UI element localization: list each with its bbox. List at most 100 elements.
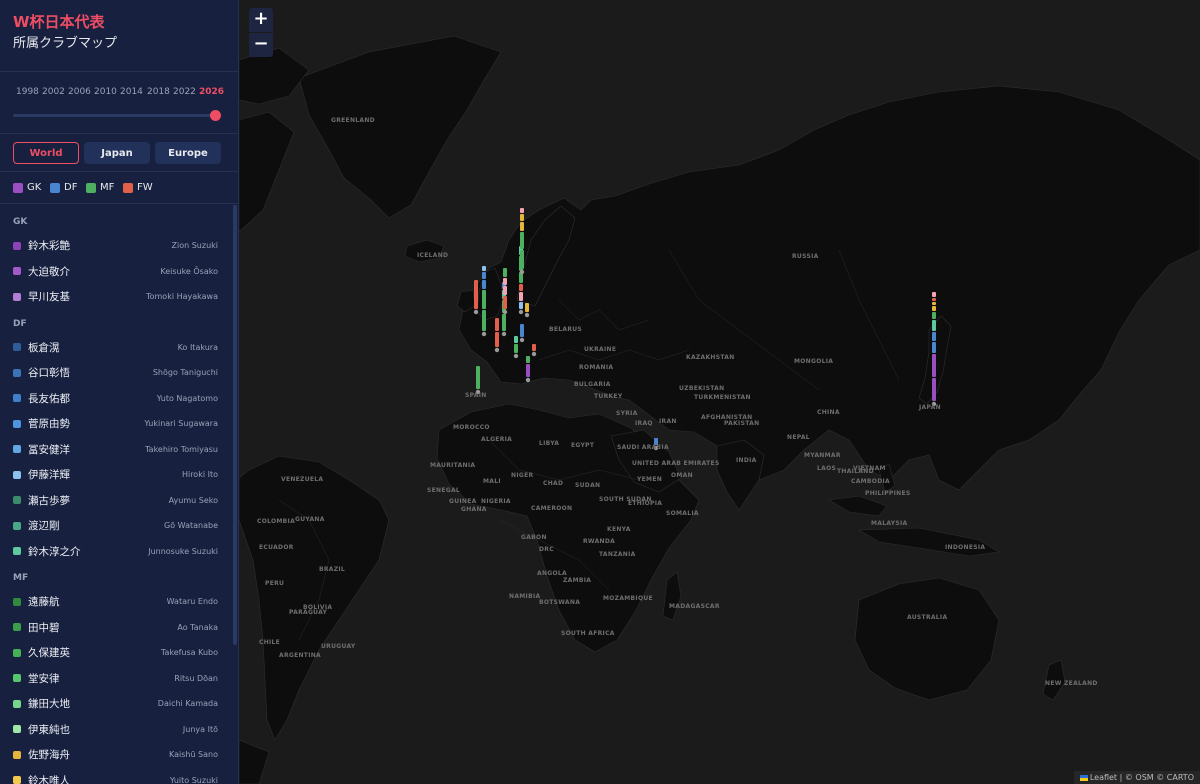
player-row[interactable]: 鈴木唯人 Yuito Suzuki	[0, 768, 232, 784]
club-player-segment[interactable]	[932, 298, 936, 301]
club-player-segment[interactable]	[476, 366, 480, 389]
club-player-segment[interactable]	[520, 214, 524, 221]
player-name-en: Hiroki Ito	[181, 470, 218, 480]
year-2006[interactable]: 2006	[68, 87, 91, 97]
zoom-in-button[interactable]: +	[249, 8, 273, 32]
club-player-segment[interactable]	[502, 314, 506, 331]
player-row[interactable]: 伊東純也 Junya Itō	[0, 717, 232, 743]
year-slider-track[interactable]	[13, 114, 217, 117]
player-row[interactable]: 伊藤洋輝 Hiroki Ito	[0, 462, 232, 488]
player-row[interactable]: 渡辺剛 Gō Watanabe	[0, 513, 232, 539]
player-row[interactable]: 早川友基 Tomoki Hayakawa	[0, 284, 232, 310]
club-player-segment[interactable]	[526, 356, 530, 363]
club-player-segment[interactable]	[482, 310, 486, 331]
club-player-segment[interactable]	[482, 272, 486, 279]
club-player-segment[interactable]	[482, 280, 486, 289]
club-location-marker[interactable]	[513, 353, 519, 359]
player-row[interactable]: 大迫敬介 Keisuke Ōsako	[0, 259, 232, 285]
country-label: NIGERIA	[481, 498, 511, 505]
club-player-segment[interactable]	[520, 232, 524, 249]
club-player-segment[interactable]	[520, 324, 524, 337]
club-player-segment[interactable]	[520, 208, 524, 213]
year-2022[interactable]: 2022	[173, 87, 196, 97]
club-player-segment[interactable]	[932, 332, 936, 341]
club-player-segment[interactable]	[503, 268, 507, 277]
club-player-segment[interactable]	[503, 286, 507, 295]
year-2018[interactable]: 2018	[147, 87, 170, 97]
club-player-segment[interactable]	[514, 344, 518, 353]
player-row[interactable]: 久保建英 Takefusa Kubo	[0, 640, 232, 666]
leaflet-link[interactable]: Leaflet	[1090, 773, 1117, 782]
scope-world-button[interactable]: World	[13, 142, 79, 164]
club-player-segment[interactable]	[474, 280, 478, 309]
country-label: NIGER	[511, 472, 534, 479]
club-player-segment[interactable]	[514, 336, 518, 343]
club-location-marker[interactable]	[519, 337, 525, 343]
df-swatch	[50, 182, 60, 193]
club-player-segment[interactable]	[932, 302, 936, 305]
club-player-segment[interactable]	[495, 318, 499, 331]
club-player-segment[interactable]	[526, 364, 530, 377]
legend-item-fw: FW	[123, 182, 153, 193]
club-location-marker[interactable]	[473, 309, 479, 315]
player-name-jp: 大迫敬介	[28, 265, 70, 278]
club-player-segment[interactable]	[520, 222, 524, 231]
year-2010[interactable]: 2010	[94, 87, 117, 97]
club-player-segment[interactable]	[503, 296, 507, 309]
scope-japan-button[interactable]: Japan	[84, 142, 150, 164]
club-player-segment[interactable]	[932, 306, 936, 311]
club-player-segment[interactable]	[519, 284, 523, 291]
player-list-scrollbar[interactable]	[233, 205, 237, 645]
club-player-segment[interactable]	[932, 312, 936, 319]
club-location-marker[interactable]	[531, 351, 537, 357]
player-row[interactable]: 板倉滉 Ko Itakura	[0, 335, 232, 361]
club-player-segment[interactable]	[520, 250, 524, 269]
year-2026[interactable]: 2026	[199, 87, 224, 97]
club-location-marker[interactable]	[494, 347, 500, 353]
legend-item-df: DF	[50, 182, 77, 193]
club-player-segment[interactable]	[519, 302, 523, 309]
player-row[interactable]: 佐野海舟 Kaishū Sano	[0, 742, 232, 768]
club-player-segment[interactable]	[482, 290, 486, 309]
player-row[interactable]: 田中碧 Ao Tanaka	[0, 615, 232, 641]
player-row[interactable]: 鎌田大地 Daichi Kamada	[0, 691, 232, 717]
world-map[interactable]: GREENLAND RUSSIA ICELAND BELARUS UKRAINE KAZA…	[239, 0, 1200, 784]
club-location-marker[interactable]	[501, 331, 507, 337]
club-player-segment[interactable]	[932, 292, 936, 297]
club-location-marker[interactable]	[518, 309, 524, 315]
club-player-segment[interactable]	[532, 344, 536, 351]
player-row[interactable]: 長友佑都 Yuto Nagatomo	[0, 386, 232, 412]
player-row[interactable]: 冨安健洋 Takehiro Tomiyasu	[0, 437, 232, 463]
club-player-segment[interactable]	[495, 332, 499, 347]
sidebar-header: W杯日本代表 所属クラブマップ	[0, 0, 238, 72]
player-color-dot	[13, 445, 21, 454]
player-row[interactable]: 堂安律 Ritsu Dōan	[0, 666, 232, 692]
zoom-out-button[interactable]: −	[249, 33, 273, 57]
club-player-segment[interactable]	[519, 292, 523, 301]
club-player-segment[interactable]	[932, 320, 936, 331]
club-player-segment[interactable]	[482, 266, 486, 271]
club-location-marker[interactable]	[524, 312, 530, 318]
club-player-segment[interactable]	[503, 278, 507, 285]
club-player-segment[interactable]	[932, 354, 936, 377]
player-row[interactable]: 谷口彰悟 Shōgo Taniguchi	[0, 360, 232, 386]
year-1998[interactable]: 1998	[16, 87, 39, 97]
country-label: PARAGUAY	[289, 609, 328, 616]
group-heading-gk: GK	[13, 217, 28, 227]
scope-europe-button[interactable]: Europe	[155, 142, 221, 164]
club-location-marker[interactable]	[525, 377, 531, 383]
club-player-segment[interactable]	[932, 342, 936, 353]
player-row[interactable]: 菅原由勢 Yukinari Sugawara	[0, 411, 232, 437]
club-player-segment[interactable]	[525, 303, 529, 312]
player-row[interactable]: 遠藤航 Wataru Endo	[0, 589, 232, 615]
club-location-marker[interactable]	[519, 269, 525, 275]
year-slider-thumb[interactable]	[210, 110, 221, 121]
player-row[interactable]: 鈴木淳之介 Junnosuke Suzuki	[0, 539, 232, 565]
club-player-segment[interactable]	[932, 378, 936, 401]
player-row[interactable]: 瀬古歩夢 Ayumu Seko	[0, 488, 232, 514]
year-2002[interactable]: 2002	[42, 87, 65, 97]
club-location-marker[interactable]	[502, 309, 508, 315]
club-location-marker[interactable]	[481, 331, 487, 337]
player-row[interactable]: 鈴木彩艶 Zion Suzuki	[0, 233, 232, 259]
year-2014[interactable]: 2014	[120, 87, 143, 97]
